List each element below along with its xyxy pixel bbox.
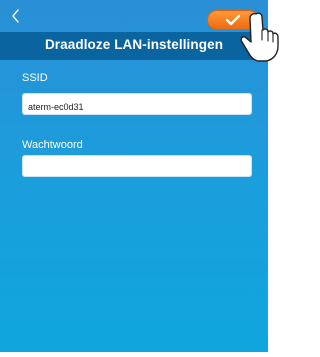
title-bar: Draadloze LAN-instellingen <box>0 32 268 60</box>
pointing-hand-icon <box>240 12 279 62</box>
password-label: Wachtwoord <box>22 139 83 151</box>
back-button[interactable] <box>8 8 24 24</box>
ssid-label: SSID <box>22 72 48 84</box>
top-nav-bar <box>0 0 268 32</box>
password-input[interactable] <box>22 155 252 177</box>
ssid-input[interactable] <box>22 93 252 115</box>
chevron-left-icon <box>12 9 19 23</box>
wireless-lan-settings-screen: Draadloze LAN-instellingen SSID Wachtwoo… <box>0 0 268 352</box>
page-title: Draadloze LAN-instellingen <box>44 37 224 52</box>
